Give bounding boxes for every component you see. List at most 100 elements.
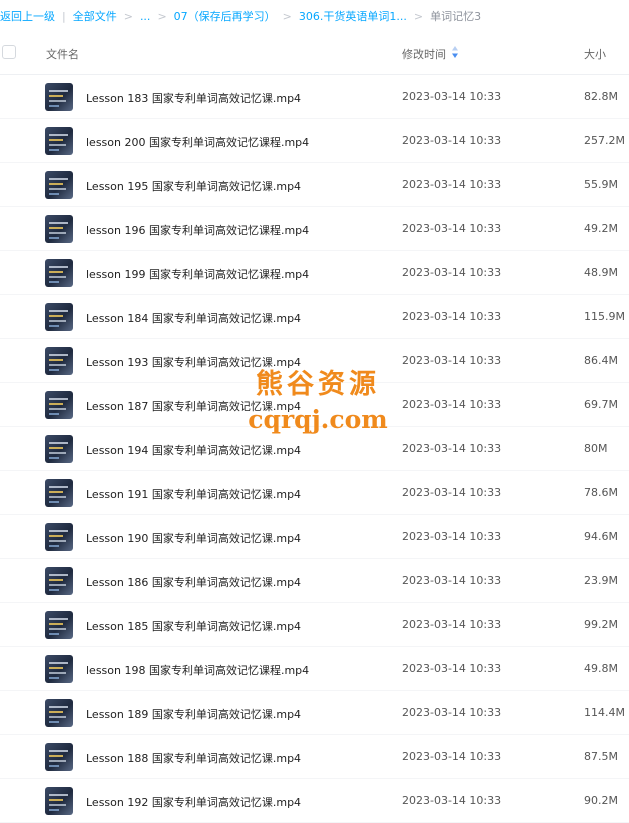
file-name[interactable]: Lesson 187 国家专利单词高效记忆课.mp4 [86,398,301,414]
file-row[interactable]: lesson 200 国家专利单词高效记忆课程.mp4 2023-03-14 10… [0,119,629,163]
video-thumbnail[interactable] [45,391,73,419]
video-thumbnail[interactable] [45,347,73,375]
file-list-header: 文件名 修改时间 大小 [0,32,629,75]
file-row[interactable]: Lesson 185 国家专利单词高效记忆课.mp4 2023-03-14 10:… [0,603,629,647]
video-thumbnail[interactable] [45,699,73,727]
video-thumbnail[interactable] [45,83,73,111]
file-size: 87.5M [584,750,618,763]
file-name[interactable]: Lesson 185 国家专利单词高效记忆课.mp4 [86,618,301,634]
file-row[interactable]: Lesson 190 国家专利单词高效记忆课.mp4 2023-03-14 10:… [0,515,629,559]
file-size: 94.6M [584,530,618,543]
file-name[interactable]: Lesson 195 国家专利单词高效记忆课.mp4 [86,178,301,194]
video-thumbnail[interactable] [45,127,73,155]
video-thumbnail[interactable] [45,743,73,771]
video-thumbnail[interactable] [45,171,73,199]
file-name[interactable]: lesson 199 国家专利单词高效记忆课程.mp4 [86,266,309,282]
back-link[interactable]: 返回上一级 [0,8,55,24]
breadcrumb-current: 单词记忆3 [430,10,482,23]
file-size: 49.8M [584,662,618,675]
breadcrumb: 返回上一级 | 全部文件 > ... > 07（保存后再学习） > 306.干货… [0,0,629,32]
column-header-time[interactable]: 修改时间 [402,46,446,62]
file-size: 90.2M [584,794,618,807]
file-modified-time: 2023-03-14 10:33 [402,442,502,455]
file-modified-time: 2023-03-14 10:33 [402,618,502,631]
file-modified-time: 2023-03-14 10:33 [402,794,502,807]
file-name[interactable]: Lesson 188 国家专利单词高效记忆课.mp4 [86,750,301,766]
video-thumbnail[interactable] [45,567,73,595]
file-modified-time: 2023-03-14 10:33 [402,178,502,191]
file-list: Lesson 183 国家专利单词高效记忆课.mp4 2023-03-14 10:… [0,75,629,823]
file-modified-time: 2023-03-14 10:33 [402,398,502,411]
file-name[interactable]: Lesson 190 国家专利单词高效记忆课.mp4 [86,530,301,546]
file-size: 48.9M [584,266,618,279]
file-row[interactable]: lesson 198 国家专利单词高效记忆课程.mp4 2023-03-14 10… [0,647,629,691]
breadcrumb-all-files[interactable]: 全部文件 [73,8,117,24]
file-modified-time: 2023-03-14 10:33 [402,134,502,147]
file-modified-time: 2023-03-14 10:33 [402,222,502,235]
file-row[interactable]: Lesson 194 国家专利单词高效记忆课.mp4 2023-03-14 10:… [0,427,629,471]
file-modified-time: 2023-03-14 10:33 [402,750,502,763]
file-name[interactable]: Lesson 194 国家专利单词高效记忆课.mp4 [86,442,301,458]
file-size: 115.9M [584,310,625,323]
file-name[interactable]: Lesson 184 国家专利单词高效记忆课.mp4 [86,310,301,326]
breadcrumb-divider: | [62,9,66,23]
file-size: 82.8M [584,90,618,103]
video-thumbnail[interactable] [45,655,73,683]
column-header-name[interactable]: 文件名 [46,46,79,62]
file-row[interactable]: Lesson 183 国家专利单词高效记忆课.mp4 2023-03-14 10:… [0,75,629,119]
file-modified-time: 2023-03-14 10:33 [402,486,502,499]
file-modified-time: 2023-03-14 10:33 [402,266,502,279]
file-modified-time: 2023-03-14 10:33 [402,662,502,675]
file-row[interactable]: Lesson 192 国家专利单词高效记忆课.mp4 2023-03-14 10:… [0,779,629,823]
chevron-right-icon: > [157,9,167,23]
file-name[interactable]: Lesson 191 国家专利单词高效记忆课.mp4 [86,486,301,502]
file-size: 257.2M [584,134,625,147]
chevron-right-icon: > [123,9,133,23]
video-thumbnail[interactable] [45,523,73,551]
file-name[interactable]: Lesson 189 国家专利单词高效记忆课.mp4 [86,706,301,722]
file-name[interactable]: Lesson 186 国家专利单词高效记忆课.mp4 [86,574,301,590]
file-row[interactable]: Lesson 186 国家专利单词高效记忆课.mp4 2023-03-14 10:… [0,559,629,603]
file-row[interactable]: lesson 199 国家专利单词高效记忆课程.mp4 2023-03-14 10… [0,251,629,295]
column-header-size[interactable]: 大小 [584,46,606,62]
file-name[interactable]: Lesson 193 国家专利单词高效记忆课.mp4 [86,354,301,370]
file-name[interactable]: lesson 198 国家专利单词高效记忆课程.mp4 [86,662,309,678]
video-thumbnail[interactable] [45,259,73,287]
file-row[interactable]: Lesson 187 国家专利单词高效记忆课.mp4 2023-03-14 10:… [0,383,629,427]
video-thumbnail[interactable] [45,479,73,507]
file-name[interactable]: lesson 196 国家专利单词高效记忆课程.mp4 [86,222,309,238]
select-all-checkbox[interactable] [2,45,16,59]
file-row[interactable]: lesson 196 国家专利单词高效记忆课程.mp4 2023-03-14 10… [0,207,629,251]
file-row[interactable]: Lesson 184 国家专利单词高效记忆课.mp4 2023-03-14 10:… [0,295,629,339]
file-row[interactable]: Lesson 191 国家专利单词高效记忆课.mp4 2023-03-14 10:… [0,471,629,515]
file-name[interactable]: lesson 200 国家专利单词高效记忆课程.mp4 [86,134,309,150]
file-size: 49.2M [584,222,618,235]
video-thumbnail[interactable] [45,787,73,815]
breadcrumb-folder-07[interactable]: 07（保存后再学习） [174,8,276,24]
breadcrumb-ellipsis[interactable]: ... [140,10,151,23]
file-name[interactable]: Lesson 183 国家专利单词高效记忆课.mp4 [86,90,301,106]
video-thumbnail[interactable] [45,435,73,463]
file-size: 114.4M [584,706,625,719]
file-modified-time: 2023-03-14 10:33 [402,354,502,367]
file-modified-time: 2023-03-14 10:33 [402,530,502,543]
file-modified-time: 2023-03-14 10:33 [402,310,502,323]
file-size: 55.9M [584,178,618,191]
video-thumbnail[interactable] [45,611,73,639]
breadcrumb-folder-306[interactable]: 306.干货英语单词1... [299,8,407,24]
file-row[interactable]: Lesson 193 国家专利单词高效记忆课.mp4 2023-03-14 10:… [0,339,629,383]
file-name[interactable]: Lesson 192 国家专利单词高效记忆课.mp4 [86,794,301,810]
file-modified-time: 2023-03-14 10:33 [402,90,502,103]
chevron-right-icon: > [282,9,292,23]
file-row[interactable]: Lesson 188 国家专利单词高效记忆课.mp4 2023-03-14 10:… [0,735,629,779]
file-row[interactable]: Lesson 189 国家专利单词高效记忆课.mp4 2023-03-14 10:… [0,691,629,735]
video-thumbnail[interactable] [45,215,73,243]
file-size: 23.9M [584,574,618,587]
video-thumbnail[interactable] [45,303,73,331]
sort-desc-icon[interactable] [452,46,458,58]
file-size: 78.6M [584,486,618,499]
file-size: 86.4M [584,354,618,367]
file-row[interactable]: Lesson 195 国家专利单词高效记忆课.mp4 2023-03-14 10:… [0,163,629,207]
file-modified-time: 2023-03-14 10:33 [402,574,502,587]
file-size: 69.7M [584,398,618,411]
